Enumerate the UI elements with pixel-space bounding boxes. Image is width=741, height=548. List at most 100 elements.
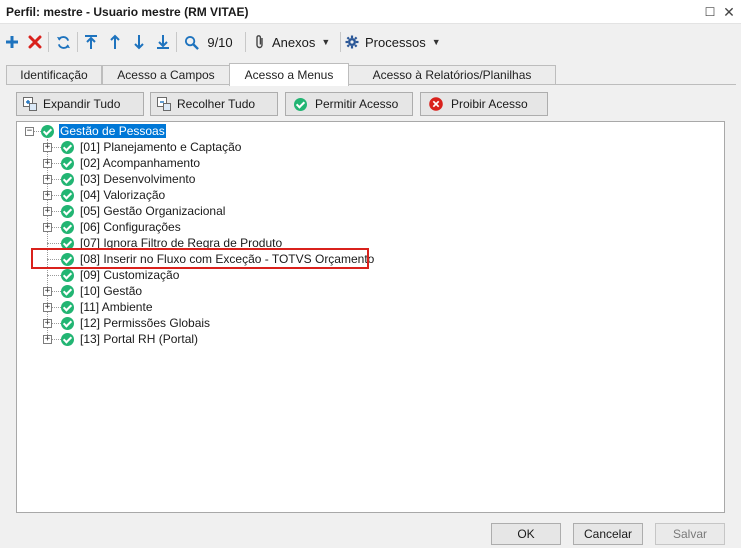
check-circle-icon bbox=[61, 221, 74, 234]
paperclip-icon bbox=[256, 35, 263, 49]
save-button[interactable]: Salvar bbox=[655, 523, 725, 545]
collapse-all-button[interactable]: Recolher Tudo bbox=[150, 92, 278, 116]
delete-button[interactable] bbox=[25, 30, 45, 54]
search-button[interactable] bbox=[181, 30, 201, 54]
maximize-icon[interactable]: ☐ bbox=[701, 3, 719, 21]
deny-access-label: Proibir Acesso bbox=[451, 97, 528, 111]
toolbar-separator bbox=[340, 32, 341, 52]
toolbar-separator bbox=[77, 32, 78, 52]
tree-node-label: [06] Configurações bbox=[80, 220, 181, 234]
last-record-button[interactable] bbox=[153, 30, 173, 54]
arrow-top-icon bbox=[85, 35, 97, 49]
collapse-toggle-icon[interactable]: − bbox=[25, 127, 34, 136]
title-bar: Perfil: mestre - Usuario mestre (RM VITA… bbox=[0, 0, 741, 24]
tree-node[interactable]: [09] Customização bbox=[17, 267, 717, 283]
allow-access-label: Permitir Acesso bbox=[315, 97, 399, 111]
next-record-button[interactable] bbox=[129, 30, 149, 54]
record-counter-text: 9/10 bbox=[207, 34, 233, 50]
expand-toggle-icon[interactable]: + bbox=[43, 223, 52, 232]
check-circle-icon bbox=[61, 173, 74, 186]
expand-all-label: Expandir Tudo bbox=[43, 97, 121, 111]
collapse-all-label: Recolher Tudo bbox=[177, 97, 256, 111]
check-circle-icon bbox=[41, 125, 54, 138]
tab-acesso-relatorios[interactable]: Acesso à Relatórios/Planilhas bbox=[348, 65, 556, 85]
chevron-down-icon: ▼ bbox=[431, 37, 441, 47]
first-record-button[interactable] bbox=[81, 30, 101, 54]
tree-node-label: [05] Gestão Organizacional bbox=[80, 204, 226, 218]
plus-icon bbox=[6, 36, 18, 48]
check-circle-icon bbox=[61, 317, 74, 330]
tree-node[interactable]: + [01] Planejamento e Captação bbox=[17, 139, 717, 155]
tree-node[interactable]: + [02] Acompanhamento bbox=[17, 155, 717, 171]
window-title: Perfil: mestre - Usuario mestre (RM VITA… bbox=[6, 5, 249, 19]
menu-access-tree[interactable]: − Gestão de Pessoas + [01] Planejamento … bbox=[16, 121, 725, 513]
collapse-all-icon bbox=[157, 97, 171, 111]
tab-acesso-campos[interactable]: Acesso a Campos bbox=[102, 65, 230, 85]
tree-node[interactable]: + [04] Valorização bbox=[17, 187, 717, 203]
expand-toggle-icon[interactable]: + bbox=[43, 207, 52, 216]
check-circle-icon bbox=[61, 189, 74, 202]
tree-node-label: [03] Desenvolvimento bbox=[80, 172, 196, 186]
gear-icon bbox=[345, 35, 359, 49]
check-circle-icon bbox=[61, 285, 74, 298]
previous-record-button[interactable] bbox=[105, 30, 125, 54]
tree-node[interactable]: + [12] Permissões Globais bbox=[17, 315, 717, 331]
expand-toggle-icon[interactable]: + bbox=[43, 191, 52, 200]
cancel-button[interactable]: Cancelar bbox=[573, 523, 643, 545]
expand-toggle-icon[interactable]: + bbox=[43, 287, 52, 296]
expand-toggle-icon[interactable]: + bbox=[43, 319, 52, 328]
close-icon[interactable]: ✕ bbox=[720, 3, 738, 21]
tree-node-label: Gestão de Pessoas bbox=[59, 124, 166, 138]
toolbar: 9/10 Anexos ▼ Processos ▼ bbox=[0, 28, 741, 56]
tab-identificacao[interactable]: Identificação bbox=[6, 65, 102, 85]
expand-toggle-icon[interactable]: + bbox=[43, 175, 52, 184]
check-circle-icon bbox=[61, 333, 74, 346]
arrow-down-icon bbox=[134, 35, 144, 50]
tree-node-label: [02] Acompanhamento bbox=[80, 156, 201, 170]
expand-toggle-icon[interactable]: + bbox=[43, 159, 52, 168]
tree-node[interactable]: + [05] Gestão Organizacional bbox=[17, 203, 717, 219]
tab-strip: Identificação Acesso a Campos Acesso a M… bbox=[6, 63, 736, 86]
record-counter: 9/10 bbox=[203, 30, 237, 54]
tree-node[interactable]: + [13] Portal RH (Portal) bbox=[17, 331, 717, 347]
attachments-dropdown[interactable]: Anexos ▼ bbox=[254, 30, 338, 54]
tree-node[interactable]: + [06] Configurações bbox=[17, 219, 717, 235]
deny-access-button[interactable]: Proibir Acesso bbox=[420, 92, 548, 116]
refresh-button[interactable] bbox=[53, 30, 73, 54]
tree-node-label: [04] Valorização bbox=[80, 188, 166, 202]
processes-dropdown[interactable]: Processos ▼ bbox=[345, 30, 443, 54]
toolbar-separator bbox=[245, 32, 246, 52]
expand-toggle-icon[interactable]: + bbox=[43, 303, 52, 312]
attachments-label: Anexos bbox=[272, 34, 316, 50]
tree-node-label: [09] Customização bbox=[80, 268, 180, 282]
expand-all-button[interactable]: Expandir Tudo bbox=[16, 92, 144, 116]
processes-label: Processos bbox=[365, 34, 426, 50]
check-circle-icon bbox=[61, 157, 74, 170]
tree-node-label: [13] Portal RH (Portal) bbox=[80, 332, 199, 346]
check-circle-icon bbox=[61, 205, 74, 218]
arrow-up-icon bbox=[110, 34, 120, 49]
tree-node-label: [01] Planejamento e Captação bbox=[80, 140, 242, 154]
tree-node-label: [10] Gestão bbox=[80, 284, 143, 298]
toolbar-separator bbox=[48, 32, 49, 52]
expand-toggle-icon[interactable]: + bbox=[43, 143, 52, 152]
allow-access-button[interactable]: Permitir Acesso bbox=[285, 92, 413, 116]
ok-button[interactable]: OK bbox=[491, 523, 561, 545]
chevron-down-icon: ▼ bbox=[321, 37, 331, 47]
tab-panel-divider bbox=[6, 84, 736, 85]
search-icon bbox=[184, 35, 199, 50]
tree-node[interactable]: + [10] Gestão bbox=[17, 283, 717, 299]
tree-node-label: [11] Ambiente bbox=[80, 300, 153, 314]
expand-toggle-icon[interactable]: + bbox=[43, 335, 52, 344]
check-circle-icon bbox=[61, 301, 74, 314]
tree-node-label: [12] Permissões Globais bbox=[80, 316, 211, 330]
delete-x-icon bbox=[28, 35, 42, 49]
tree-node[interactable]: + [03] Desenvolvimento bbox=[17, 171, 717, 187]
toolbar-separator bbox=[176, 32, 177, 52]
tab-acesso-menus[interactable]: Acesso a Menus bbox=[229, 63, 349, 86]
tree-node[interactable]: + [11] Ambiente bbox=[17, 299, 717, 315]
add-button[interactable] bbox=[2, 30, 22, 54]
check-circle-icon bbox=[61, 141, 74, 154]
highlight-annotation bbox=[31, 248, 369, 269]
check-circle-icon bbox=[61, 269, 74, 282]
